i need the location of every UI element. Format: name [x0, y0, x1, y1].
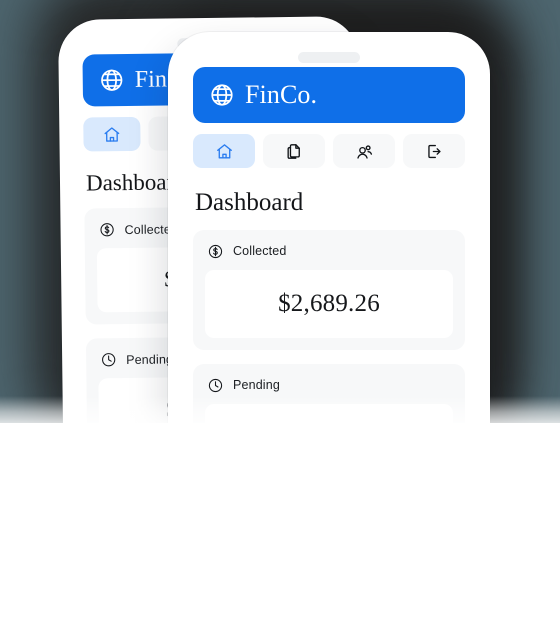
page-title: Dashboard	[195, 189, 304, 216]
brand-name: FinCo.	[245, 80, 318, 109]
stat-card-value: $3,468.09	[278, 423, 380, 451]
stat-card-label: Pending	[233, 378, 280, 392]
mockup-stage: FinCo.	[0, 0, 560, 620]
app-screen-front: FinCo. Dashboard Collected $2,689.26 Pen…	[177, 41, 481, 603]
home-icon	[216, 143, 232, 159]
phone-mockup-front: FinCo. Dashboard Collected $2,689.26 Pen…	[168, 32, 490, 612]
nav-row	[193, 134, 465, 168]
nav-button-home-back[interactable]	[83, 116, 141, 152]
logout-icon	[427, 144, 441, 158]
users-icon	[356, 144, 372, 159]
stat-card-pending: Pending $3,468.09	[193, 363, 465, 484]
stat-card-value: $2,689.26	[278, 289, 380, 317]
globe-icon	[211, 84, 233, 106]
stat-card-body: $3,468.09	[205, 403, 453, 472]
documents-icon	[286, 143, 300, 159]
phone-screen-front: FinCo. Dashboard Collected $2,689.26 Pen…	[177, 41, 481, 603]
documents-icon	[104, 483, 116, 497]
stat-card-body	[205, 537, 453, 600]
nav-button-signout[interactable]	[403, 134, 465, 168]
stat-card-header: Invoices	[207, 511, 453, 528]
stat-card-label: Collected	[233, 244, 287, 258]
nav-button-customers[interactable]	[333, 134, 395, 168]
stat-card-collected: Collected $2,689.26	[193, 229, 465, 350]
stat-card-label: Invoices	[233, 512, 281, 526]
dollar-circle-icon	[208, 244, 223, 258]
nav-button-invoices[interactable]	[263, 134, 325, 168]
stat-card-label: Pending	[126, 352, 174, 367]
clock-icon	[208, 378, 223, 392]
nav-button-home[interactable]	[193, 134, 255, 168]
stat-card-header: Pending	[207, 377, 453, 394]
home-icon	[104, 126, 120, 142]
stat-card-body: $2,689.26	[205, 269, 453, 338]
dollar-circle-icon	[100, 223, 114, 237]
documents-icon	[209, 512, 221, 526]
globe-icon	[101, 69, 123, 91]
stat-card-header: Collected	[207, 243, 453, 260]
app-header: FinCo.	[193, 67, 465, 123]
stat-card-invoices: Invoices	[193, 497, 465, 603]
clock-icon	[102, 353, 116, 367]
